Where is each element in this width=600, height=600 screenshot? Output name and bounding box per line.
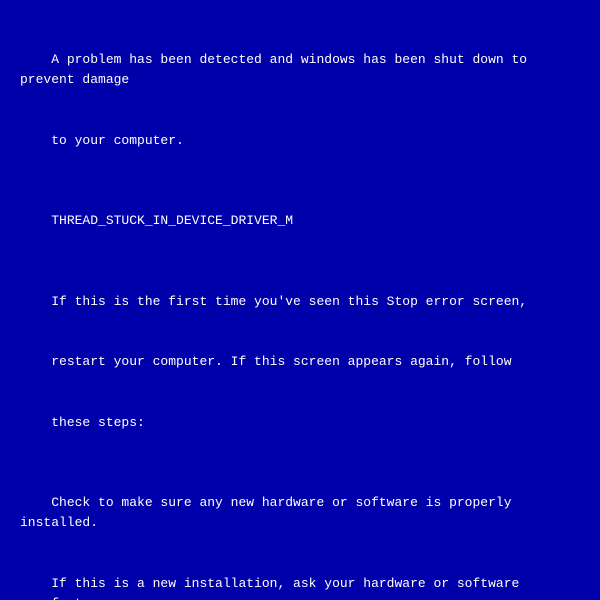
line2: to your computer. — [51, 133, 184, 148]
bsod-content: A problem has been detected and windows … — [20, 30, 580, 600]
section2-line2: If this is a new installation, ask your … — [20, 576, 527, 600]
section1-line3: these steps: — [51, 415, 145, 430]
section1-heading: If this is the first time you've seen th… — [51, 294, 527, 309]
section1-line2: restart your computer. If this screen ap… — [51, 354, 511, 369]
line1: A problem has been detected and windows … — [20, 52, 535, 87]
error-code-label: THREAD_STUCK_IN_DEVICE_DRIVER_M — [51, 213, 293, 228]
bsod-screen: A problem has been detected and windows … — [0, 0, 600, 600]
section2-line1: Check to make sure any new hardware or s… — [20, 495, 519, 530]
